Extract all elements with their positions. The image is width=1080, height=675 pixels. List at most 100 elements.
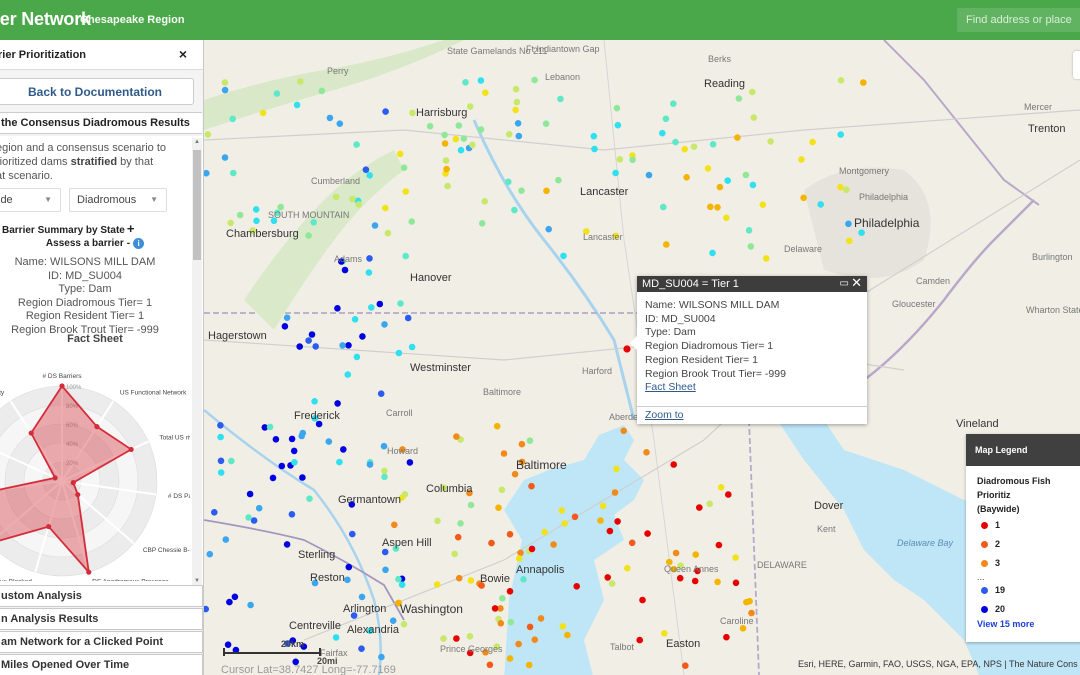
barrier-point[interactable] xyxy=(398,581,406,588)
barrier-point[interactable] xyxy=(288,511,296,518)
barrier-point[interactable] xyxy=(724,177,731,184)
barrier-point[interactable] xyxy=(325,438,333,445)
barrier-point[interactable] xyxy=(366,172,373,179)
barrier-point[interactable] xyxy=(716,183,724,191)
barrier-point[interactable] xyxy=(345,342,352,349)
barrier-point[interactable] xyxy=(624,564,631,572)
barrier-point[interactable] xyxy=(442,157,450,164)
barrier-point[interactable] xyxy=(543,187,550,195)
barrier-point[interactable] xyxy=(723,214,730,222)
barrier-point[interactable] xyxy=(204,605,209,613)
barrier-point[interactable] xyxy=(506,655,514,662)
barrier-point[interactable] xyxy=(345,563,353,571)
barrier-point[interactable] xyxy=(591,145,598,153)
barrier-point[interactable] xyxy=(451,550,458,558)
barrier-point[interactable] xyxy=(515,132,523,140)
barrier-point[interactable] xyxy=(481,198,489,205)
barrier-point[interactable] xyxy=(644,530,651,537)
barrier-point[interactable] xyxy=(318,87,326,95)
barrier-point[interactable] xyxy=(283,541,291,548)
barrier-point[interactable] xyxy=(629,156,636,164)
barrier-point[interactable] xyxy=(477,126,485,133)
barrier-point[interactable] xyxy=(505,131,513,138)
barrier-point[interactable] xyxy=(305,337,312,344)
barrier-point[interactable] xyxy=(659,129,666,137)
barrier-point[interactable] xyxy=(371,222,379,229)
barrier-point[interactable] xyxy=(573,583,580,590)
barrier-point[interactable] xyxy=(506,531,514,538)
barrier-point[interactable] xyxy=(283,314,291,322)
barrier-point[interactable] xyxy=(228,457,235,465)
barrier-point[interactable] xyxy=(590,132,598,140)
barrier-point[interactable] xyxy=(266,423,274,431)
barrier-point[interactable] xyxy=(358,593,366,601)
barrier-point[interactable] xyxy=(749,88,756,96)
barrier-point[interactable] xyxy=(308,331,316,338)
barrier-point[interactable] xyxy=(495,504,502,512)
barrier-point[interactable] xyxy=(670,461,677,468)
barrier-point[interactable] xyxy=(691,577,699,585)
barrier-point[interactable] xyxy=(498,486,506,494)
barrier-point[interactable] xyxy=(747,243,755,250)
barrier-point[interactable] xyxy=(457,520,464,527)
barrier-point[interactable] xyxy=(332,193,340,201)
barrier-point[interactable] xyxy=(230,169,237,177)
barrier-point[interactable] xyxy=(515,640,522,648)
barrier-point[interactable] xyxy=(246,490,254,498)
barrier-point[interactable] xyxy=(358,645,365,652)
barrier-point[interactable] xyxy=(204,131,212,138)
barrier-point[interactable] xyxy=(288,435,296,443)
barrier-point[interactable] xyxy=(616,156,624,163)
barrier-point[interactable] xyxy=(457,146,465,154)
close-icon[interactable]: × xyxy=(179,46,187,62)
barrier-point[interactable] xyxy=(518,187,525,194)
barrier-point[interactable] xyxy=(528,545,536,553)
popup-fact-sheet-link[interactable]: Fact Sheet xyxy=(645,381,696,393)
view-more-legend-link[interactable]: View 15 more xyxy=(966,619,1080,629)
barrier-point[interactable] xyxy=(396,150,404,158)
barrier-point[interactable] xyxy=(571,513,579,521)
barrier-point[interactable] xyxy=(444,182,451,190)
barrier-point[interactable] xyxy=(560,252,567,260)
barrier-point[interactable] xyxy=(453,635,460,642)
barrier-point[interactable] xyxy=(531,636,539,643)
barrier-point[interactable] xyxy=(443,165,450,173)
barrier-point[interactable] xyxy=(441,140,449,147)
barrier-point[interactable] xyxy=(377,390,385,398)
barrier-point[interactable] xyxy=(247,601,254,609)
barrier-point[interactable] xyxy=(557,95,564,103)
barrier-point[interactable] xyxy=(229,115,236,123)
barrier-point[interactable] xyxy=(525,661,533,669)
barrier-point[interactable] xyxy=(382,566,389,574)
zoom-to-link[interactable]: Zoom to xyxy=(645,409,684,421)
barrier-point[interactable] xyxy=(612,169,619,177)
barrier-point[interactable] xyxy=(745,227,753,234)
address-search-input[interactable]: Find address or place xyxy=(957,8,1080,32)
barrier-point[interactable] xyxy=(643,449,650,456)
barrier-point[interactable] xyxy=(798,156,805,163)
barrier-point[interactable] xyxy=(725,491,732,498)
barrier-point[interactable] xyxy=(846,237,853,245)
barrier-point[interactable] xyxy=(455,574,463,582)
barrier-point[interactable] xyxy=(339,342,346,349)
barrier-point[interactable] xyxy=(732,579,740,587)
close-icon[interactable]: ✕ xyxy=(851,275,862,291)
barrier-point[interactable] xyxy=(750,114,758,121)
barrier-point[interactable] xyxy=(453,433,460,440)
region-select[interactable]: ide▼ xyxy=(0,188,61,212)
barrier-point[interactable] xyxy=(382,204,389,212)
barrier-point[interactable] xyxy=(860,79,867,86)
barrier-point[interactable] xyxy=(395,349,403,357)
barrier-point[interactable] xyxy=(376,300,384,308)
barrier-point[interactable] xyxy=(293,101,301,109)
barrier-point[interactable] xyxy=(334,305,341,312)
barrier-point[interactable] xyxy=(690,143,698,150)
barrier-point[interactable] xyxy=(837,131,844,138)
barrier-point[interactable] xyxy=(362,166,370,173)
barrier-point[interactable] xyxy=(406,459,414,466)
barrier-point[interactable] xyxy=(466,103,474,110)
barrier-point[interactable] xyxy=(434,517,441,525)
barrier-point[interactable] xyxy=(269,474,277,482)
barrier-point[interactable] xyxy=(326,114,334,122)
back-to-documentation-button[interactable]: Back to Documentation xyxy=(0,78,194,105)
